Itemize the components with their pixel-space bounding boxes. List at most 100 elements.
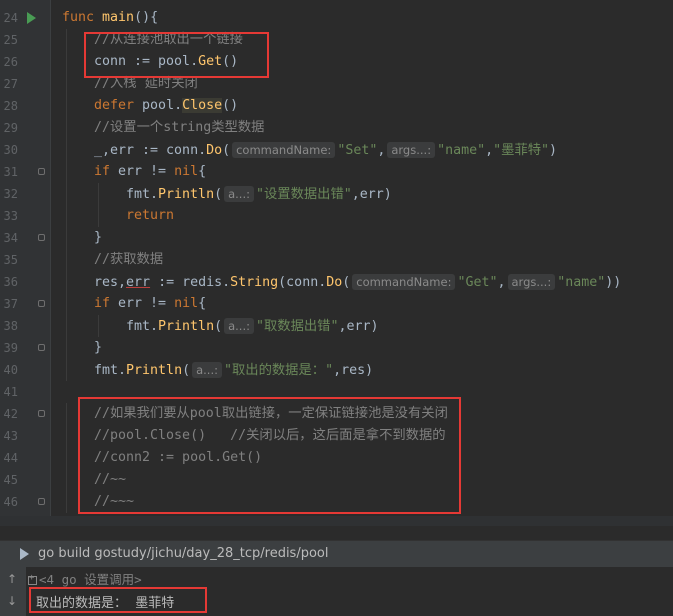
line-number: 39	[3, 341, 18, 355]
console-toolbar: ↑ ↓	[0, 566, 26, 616]
fold-marker-icon[interactable]	[38, 498, 45, 505]
code-token: err !=	[118, 164, 175, 179]
code-token: res,	[94, 275, 127, 290]
code-text: fmt.Println(a...: "取数据出错",err)	[126, 315, 379, 338]
code-token: Println	[158, 319, 215, 334]
run-panel: go build gostudy/jichu/day_28_tcp/redis/…	[0, 526, 673, 616]
code-token: )	[549, 143, 558, 158]
line-number: 28	[3, 99, 18, 113]
code-token: := redis.	[150, 275, 231, 290]
console-collapsed-line[interactable]: <4 go 设置调用>	[28, 569, 142, 588]
fold-marker-icon[interactable]	[38, 344, 45, 351]
code-token: //入栈 延时关闭	[94, 76, 198, 91]
code-token: (	[342, 275, 351, 290]
code-token: {	[198, 164, 207, 179]
line-number: 46	[3, 495, 18, 509]
code-token: (	[214, 187, 223, 202]
parameter-hint: args...:	[507, 274, 556, 290]
code-text: }	[94, 337, 102, 359]
code-token: (	[214, 319, 223, 334]
code-token: ,err)	[338, 319, 379, 334]
indent-guide	[66, 469, 67, 491]
code-line-34[interactable]: 34}	[0, 227, 673, 249]
code-token: Println	[158, 187, 215, 202]
indent-guide	[98, 315, 99, 337]
expand-icon[interactable]	[28, 573, 37, 585]
run-config-bar[interactable]: go build gostudy/jichu/day_28_tcp/redis/…	[0, 540, 673, 567]
code-line-38[interactable]: 38 fmt.Println(a...: "取数据出错",err)	[0, 315, 673, 337]
indent-guide	[66, 403, 67, 425]
code-token: Do	[326, 275, 343, 290]
code-text: fmt.Println(a...: "设置数据出错",err)	[126, 183, 392, 206]
code-line-24[interactable]: 24 func main(){	[0, 7, 673, 29]
code-token: ()	[222, 98, 239, 113]
code-text: }	[94, 227, 102, 249]
parameter-hint: commandName:	[232, 142, 336, 158]
line-number: 37	[3, 297, 18, 311]
fold-marker-icon[interactable]	[38, 234, 45, 241]
code-token: Do	[206, 143, 223, 158]
indent-guide	[66, 51, 67, 73]
code-text: if err != nil{	[94, 293, 206, 315]
code-token: //设置一个string类型数据	[94, 120, 265, 135]
line-number: 35	[3, 253, 18, 267]
collapsed-line-text: <4 go 设置调用>	[39, 572, 142, 587]
run-config-label: go build gostudy/jichu/day_28_tcp/redis/…	[38, 546, 329, 561]
code-text: return	[126, 205, 174, 227]
highlight-box-get-connection	[84, 32, 269, 78]
indent-guide	[98, 183, 99, 205]
line-number: 31	[3, 165, 18, 179]
run-gutter-icon[interactable]	[27, 12, 36, 24]
code-token: ,res)	[333, 363, 374, 378]
line-number: 26	[3, 55, 18, 69]
code-token: "设置数据出错"	[255, 187, 352, 202]
indent-guide	[66, 161, 67, 183]
fold-marker-icon[interactable]	[38, 168, 45, 175]
parameter-hint: a...:	[224, 318, 254, 334]
code-token: fmt.	[126, 319, 159, 334]
indent-guide	[66, 425, 67, 447]
indent-guide	[66, 183, 67, 205]
fold-marker-icon[interactable]	[38, 410, 45, 417]
parameter-hint: args...:	[387, 142, 436, 158]
indent-guide	[66, 29, 67, 51]
line-number: 30	[3, 143, 18, 157]
code-editor[interactable]: 24 func main(){25//从连接池取出一个链接 26 conn := po…	[0, 0, 673, 526]
code-token: nil	[174, 296, 199, 311]
code-token: }	[94, 340, 103, 355]
code-line-39[interactable]: 39}	[0, 337, 673, 359]
code-line-28[interactable]: 28 defer pool.Close()	[0, 95, 673, 117]
code-line-36[interactable]: 36 res,err := redis.String(conn.Do(comman…	[0, 271, 673, 293]
code-token: "取数据出错"	[255, 319, 339, 334]
arrow-up-icon[interactable]: ↑	[7, 572, 17, 586]
arrow-down-icon[interactable]: ↓	[7, 594, 17, 608]
code-line-37[interactable]: 37 if err != nil{	[0, 293, 673, 315]
code-token: return	[126, 208, 175, 223]
line-number: 24	[3, 11, 18, 25]
code-token: defer	[94, 98, 143, 113]
code-line-40[interactable]: 40 fmt.Println(a...: "取出的数据是：",res)	[0, 359, 673, 381]
code-token: }	[94, 230, 103, 245]
indent-guide	[66, 139, 67, 161]
code-token: pool.	[142, 98, 183, 113]
highlight-box-output	[29, 587, 207, 613]
editor-bottom-band	[0, 516, 673, 526]
code-token: "取出的数据是："	[223, 363, 334, 378]
fold-marker-icon[interactable]	[38, 300, 45, 307]
code-token: ,	[485, 143, 494, 158]
line-number: 25	[3, 33, 18, 47]
code-line-33[interactable]: 33 return	[0, 205, 673, 227]
code-token: ,	[377, 143, 386, 158]
code-token: (	[182, 363, 191, 378]
code-line-35[interactable]: 35 //获取数据	[0, 249, 673, 271]
indent-guide	[66, 117, 67, 139]
line-number: 38	[3, 319, 18, 333]
code-line-30[interactable]: 30 _,err := conn.Do(commandName: "Set", arg…	[0, 139, 673, 161]
code-line-32[interactable]: 32 fmt.Println(a...: "设置数据出错",err)	[0, 183, 673, 205]
indent-guide	[66, 95, 67, 117]
code-line-31[interactable]: 31 if err != nil{	[0, 161, 673, 183]
code-token: nil	[174, 164, 199, 179]
code-token: ,err)	[351, 187, 392, 202]
code-text: //设置一个string类型数据	[94, 117, 264, 139]
code-line-29[interactable]: 29 //设置一个string类型数据	[0, 117, 673, 139]
